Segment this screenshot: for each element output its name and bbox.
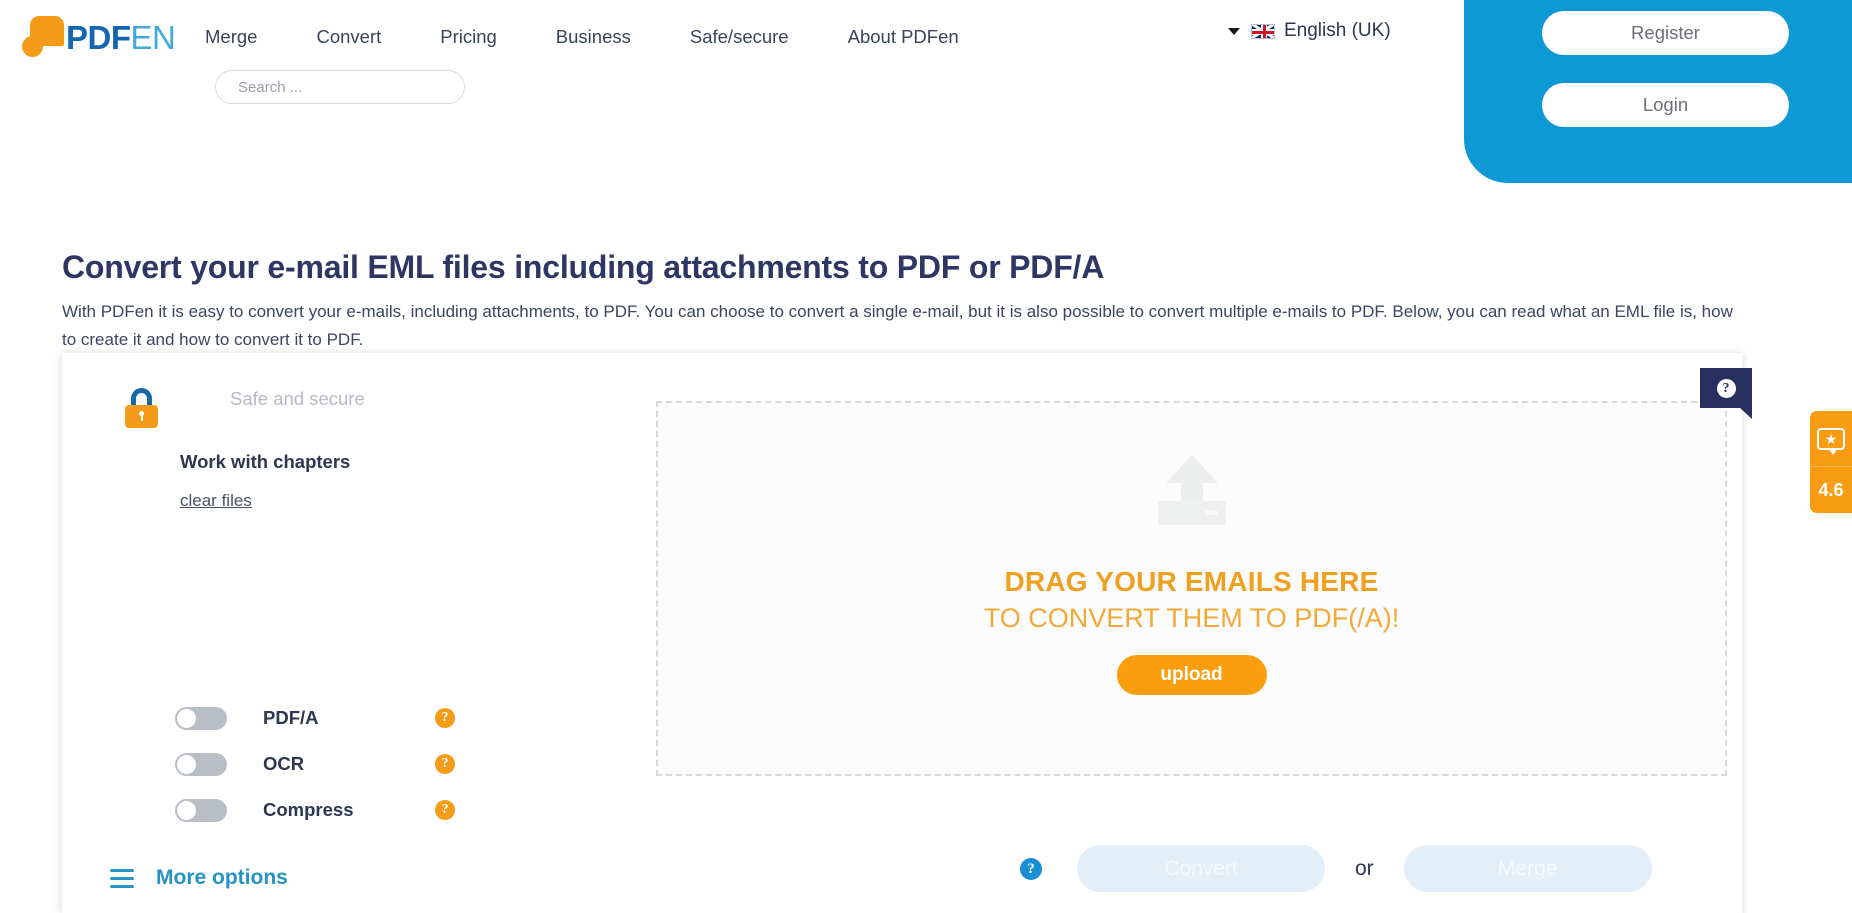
logo-mark-icon: [22, 16, 64, 58]
star-bubble-icon: ★: [1817, 427, 1845, 455]
safe-and-secure-label: Safe and secure: [230, 388, 365, 409]
nav-item-safe-secure[interactable]: Safe/secure: [690, 22, 789, 52]
language-label: English (UK): [1284, 20, 1391, 41]
upload-arrow-icon: [1155, 455, 1229, 525]
convert-button[interactable]: Convert: [1077, 845, 1325, 892]
nav-item-business[interactable]: Business: [556, 22, 631, 52]
option-label-ocr: OCR: [263, 753, 305, 774]
main-navigation: Merge Convert Pricing Business Safe/secu…: [205, 22, 959, 52]
toggle-pdfa[interactable]: [175, 706, 227, 730]
rating-widget[interactable]: ★ 4.6: [1810, 411, 1852, 513]
dropzone-title: DRAG YOUR EMAILS HERE: [1004, 566, 1379, 597]
more-options-toggle[interactable]: More options: [110, 866, 288, 890]
question-mark-icon: ?: [1716, 378, 1736, 398]
rating-score: 4.6: [1818, 479, 1844, 500]
nav-item-pricing[interactable]: Pricing: [440, 22, 497, 52]
logo-text-en: EN: [130, 18, 176, 56]
lock-icon: [125, 388, 158, 428]
help-circle-icon-pdfa[interactable]: ?: [435, 708, 455, 728]
clear-files-link[interactable]: clear files: [180, 491, 252, 511]
upload-button[interactable]: upload: [1116, 655, 1267, 695]
site-header: PDFEN Merge Convert Pricing Business Saf…: [0, 0, 1852, 190]
nav-item-about-pdfen[interactable]: About PDFen: [848, 22, 959, 52]
help-circle-icon-actions[interactable]: ?: [1020, 857, 1042, 880]
conversion-tool-panel: Safe and secure Work with chapters clear…: [62, 353, 1742, 913]
merge-button[interactable]: Merge: [1403, 845, 1652, 892]
language-selector[interactable]: English (UK): [1228, 20, 1391, 42]
hamburger-menu-icon: [110, 868, 134, 888]
nav-item-convert[interactable]: Convert: [316, 22, 381, 52]
help-circle-icon-compress[interactable]: ?: [435, 800, 455, 820]
toggle-compress[interactable]: [175, 798, 227, 822]
option-label-pdfa: PDF/A: [263, 707, 319, 728]
option-label-compress: Compress: [263, 799, 354, 820]
dropzone-subtitle: TO CONVERT THEM TO PDF(/A)!: [983, 603, 1400, 633]
nav-item-merge[interactable]: Merge: [205, 22, 257, 52]
help-circle-icon-ocr[interactable]: ?: [435, 754, 455, 774]
caret-down-icon: [1228, 27, 1240, 35]
logo-text: PDFEN: [66, 18, 176, 56]
login-button[interactable]: Login: [1542, 83, 1789, 127]
help-tab-button[interactable]: ?: [1700, 368, 1752, 419]
page-description: With PDFen it is easy to convert your e-…: [62, 302, 1733, 349]
logo-text-pdf: PDF: [66, 18, 131, 56]
more-options-label: More options: [156, 866, 288, 889]
uk-flag-icon: [1251, 23, 1275, 39]
action-bar: ? Convert or Merge: [1020, 845, 1652, 892]
logo[interactable]: PDFEN: [22, 15, 176, 59]
option-row-ocr: OCR ?: [175, 751, 455, 777]
auth-panel: Register Login: [1464, 0, 1852, 183]
page-title: Convert your e-mail EML files including …: [62, 249, 1105, 286]
or-label: or: [1355, 856, 1374, 880]
search-input[interactable]: [215, 70, 465, 104]
register-button[interactable]: Register: [1542, 11, 1789, 55]
option-row-compress: Compress ?: [175, 797, 455, 823]
work-with-chapters-label: Work with chapters: [180, 451, 351, 472]
option-row-pdfa: PDF/A ?: [175, 705, 455, 731]
toggle-ocr[interactable]: [175, 752, 227, 776]
rating-star-area: ★: [1810, 411, 1852, 467]
file-dropzone[interactable]: DRAG YOUR EMAILS HERE TO CONVERT THEM TO…: [656, 401, 1727, 776]
